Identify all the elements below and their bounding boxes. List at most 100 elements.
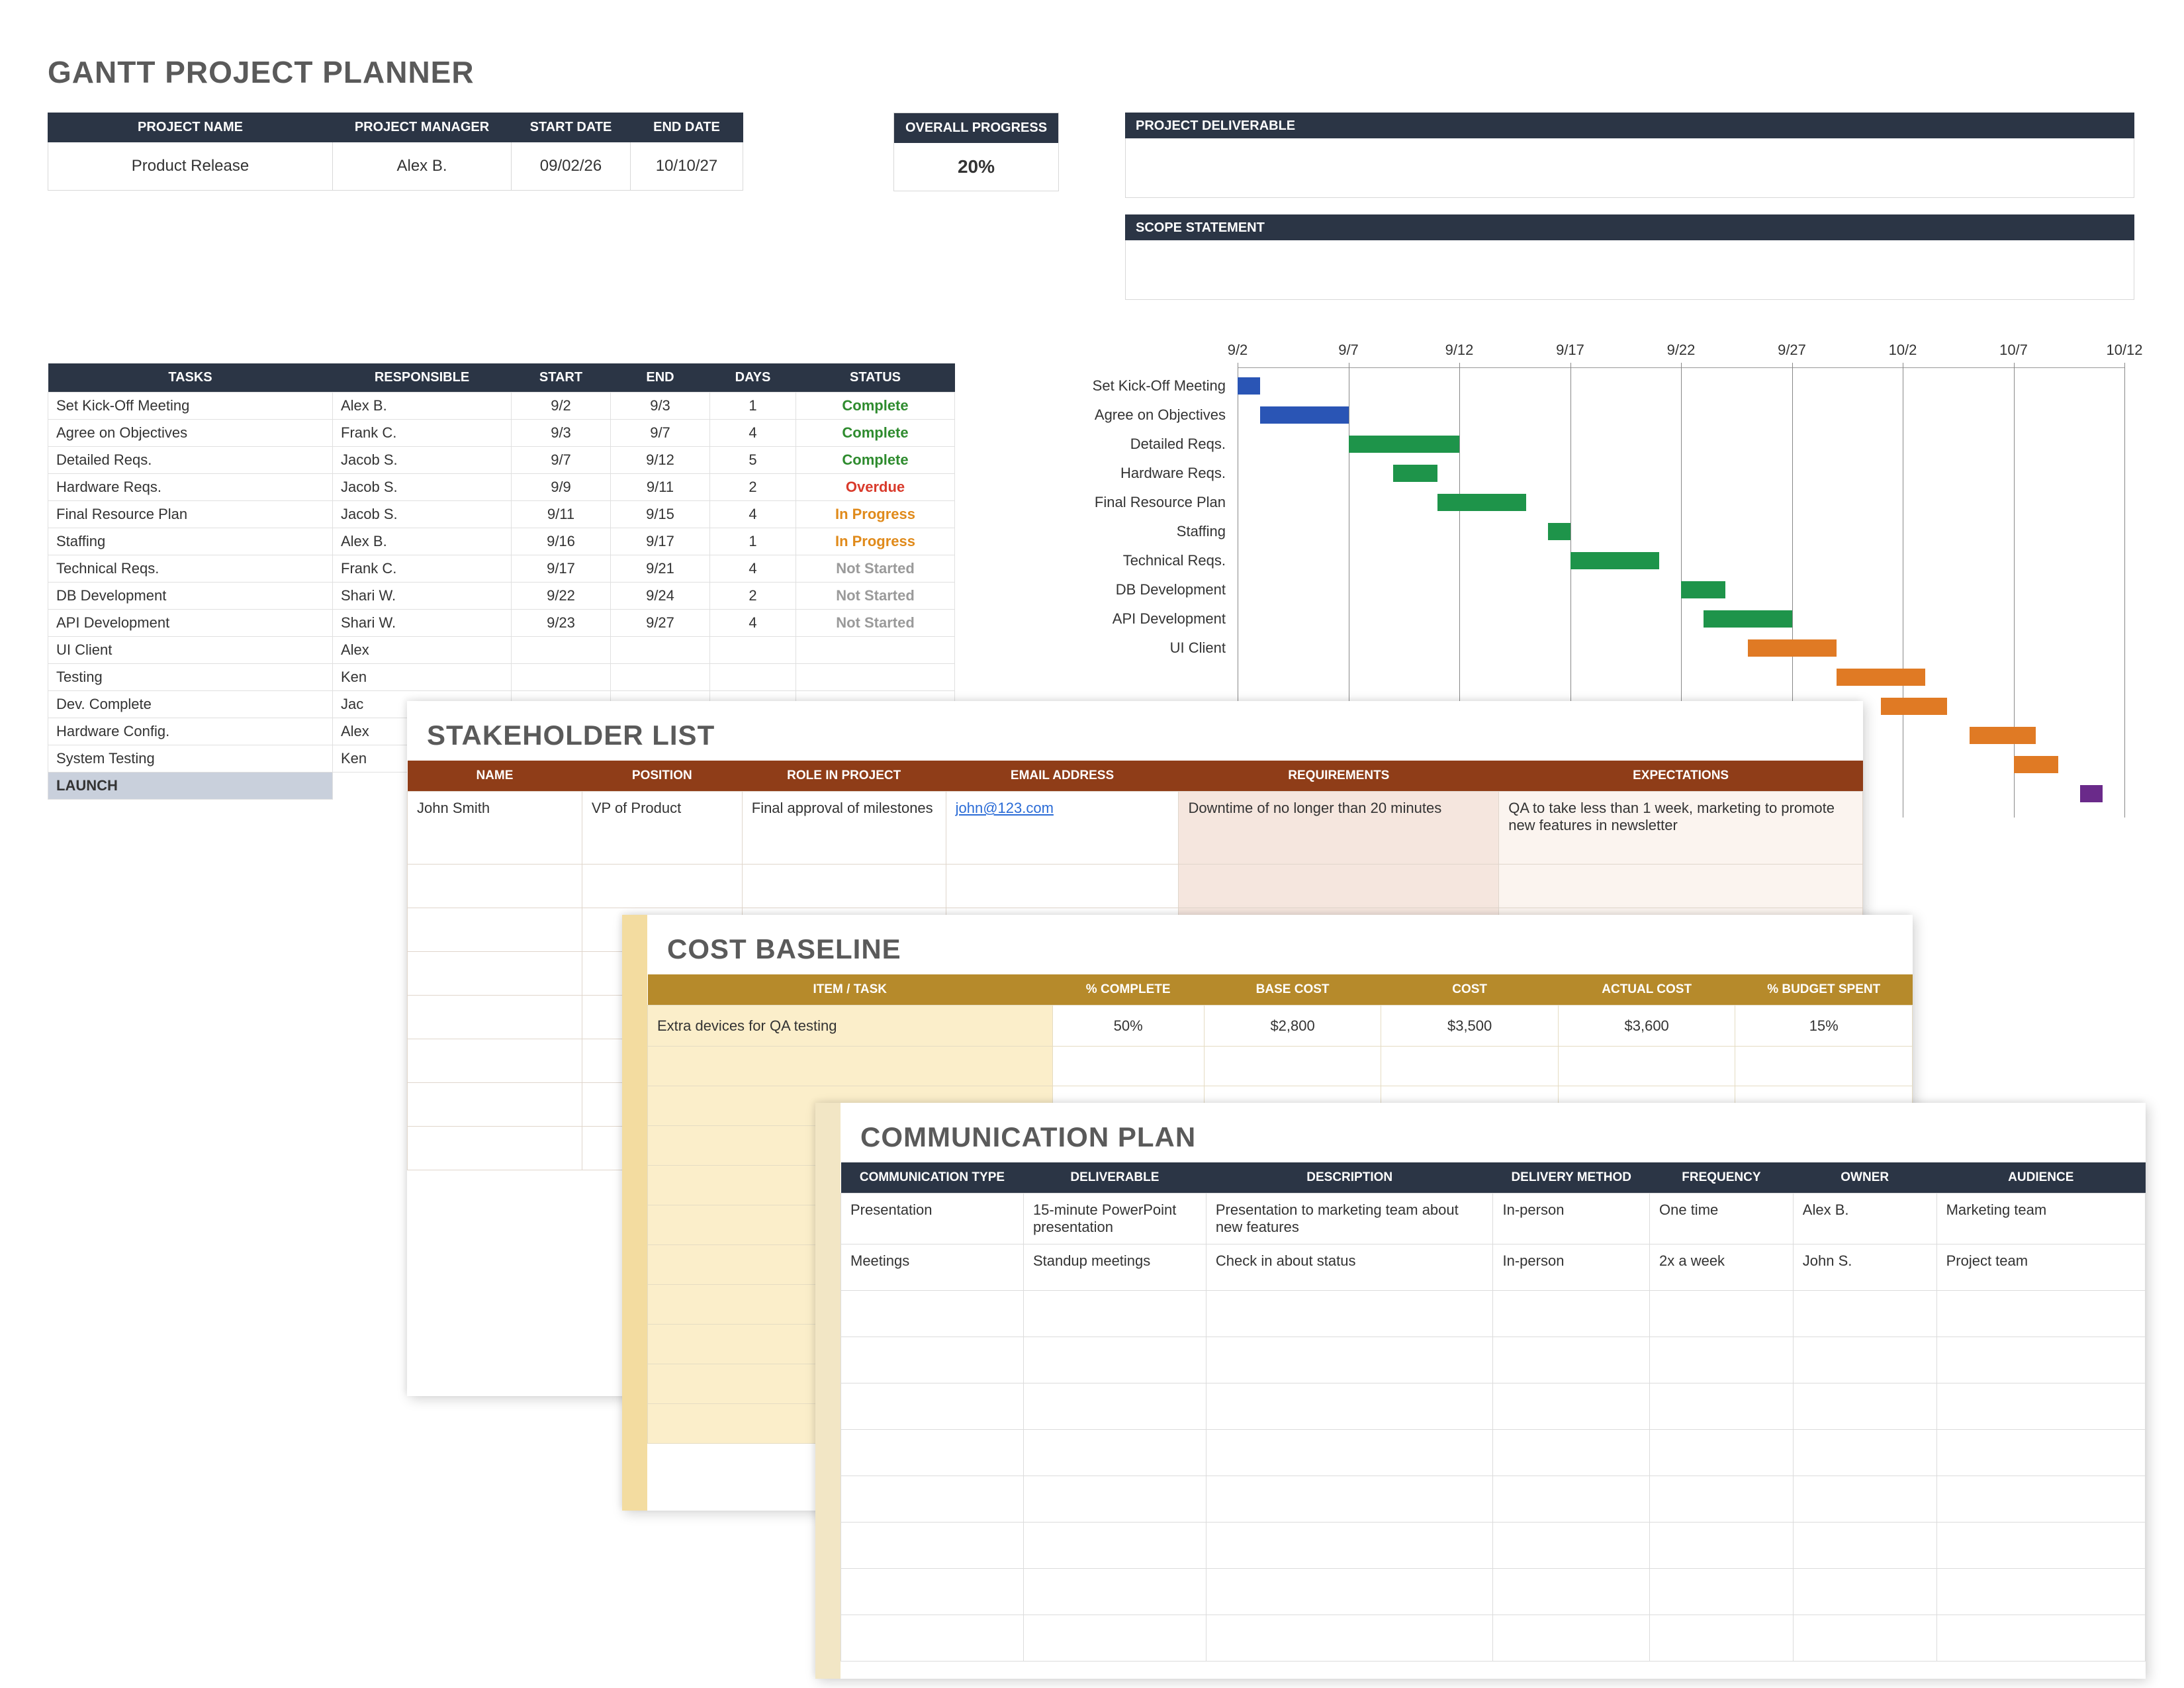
task-cell[interactable]: Complete: [796, 447, 955, 474]
comm-row[interactable]: [841, 1523, 2146, 1569]
comm-cell[interactable]: [841, 1430, 1024, 1476]
task-cell[interactable]: 9/11: [512, 501, 611, 528]
cost-cell[interactable]: 50%: [1052, 1006, 1204, 1047]
cost-row[interactable]: Extra devices for QA testing50%$2,800$3,…: [648, 1006, 1913, 1047]
comm-cell[interactable]: [1206, 1430, 1493, 1476]
project-manager-cell[interactable]: Alex B.: [333, 142, 512, 191]
comm-cell[interactable]: Standup meetings: [1023, 1244, 1206, 1291]
comm-row[interactable]: [841, 1337, 2146, 1383]
comm-cell[interactable]: [1793, 1383, 1936, 1430]
stakeholder-cell[interactable]: VP of Product: [582, 792, 742, 865]
task-cell[interactable]: Shari W.: [333, 583, 512, 610]
stakeholder-cell[interactable]: [408, 865, 582, 908]
task-cell[interactable]: [710, 637, 796, 664]
stakeholder-cell[interactable]: [946, 865, 1179, 908]
task-cell[interactable]: Frank C.: [333, 420, 512, 447]
comm-row[interactable]: [841, 1291, 2146, 1337]
comm-cell[interactable]: [1650, 1615, 1794, 1662]
comm-cell[interactable]: John S.: [1793, 1244, 1936, 1291]
comm-cell[interactable]: Project team: [1936, 1244, 2145, 1291]
task-cell[interactable]: 1: [710, 393, 796, 420]
comm-cell[interactable]: [1650, 1430, 1794, 1476]
task-cell[interactable]: Complete: [796, 420, 955, 447]
task-cell[interactable]: Not Started: [796, 610, 955, 637]
comm-cell[interactable]: [1650, 1291, 1794, 1337]
task-cell[interactable]: 9/7: [512, 447, 611, 474]
stakeholder-cell[interactable]: [408, 1127, 582, 1170]
comm-cell[interactable]: [1023, 1523, 1206, 1569]
task-cell[interactable]: 9/22: [512, 583, 611, 610]
comm-cell[interactable]: Presentation: [841, 1194, 1024, 1244]
comm-cell[interactable]: [1206, 1523, 1493, 1569]
stakeholder-row[interactable]: John SmithVP of ProductFinal approval of…: [408, 792, 1863, 865]
task-cell[interactable]: 9/24: [611, 583, 710, 610]
gantt-bar[interactable]: [1681, 581, 1725, 598]
task-cell[interactable]: System Testing: [48, 745, 333, 773]
task-row[interactable]: Hardware Reqs.Jacob S.9/99/112Overdue: [48, 474, 955, 501]
cost-row[interactable]: [648, 1047, 1913, 1086]
stakeholder-cell[interactable]: Downtime of no longer than 20 minutes: [1179, 792, 1499, 865]
task-cell[interactable]: 9/3: [611, 393, 710, 420]
task-cell[interactable]: Alex B.: [333, 528, 512, 555]
comm-cell[interactable]: [1936, 1615, 2145, 1662]
comm-cell[interactable]: [1023, 1337, 1206, 1383]
task-cell[interactable]: UI Client: [48, 637, 333, 664]
task-cell[interactable]: Not Started: [796, 583, 955, 610]
task-cell[interactable]: [611, 637, 710, 664]
task-cell[interactable]: 2: [710, 474, 796, 501]
task-cell[interactable]: 9/3: [512, 420, 611, 447]
task-cell[interactable]: Technical Reqs.: [48, 555, 333, 583]
gantt-bar[interactable]: [1837, 669, 1925, 686]
comm-cell[interactable]: [841, 1337, 1024, 1383]
comm-cell[interactable]: [1793, 1476, 1936, 1523]
stakeholder-cell[interactable]: [408, 908, 582, 952]
comm-cell[interactable]: [841, 1615, 1024, 1662]
gantt-bar[interactable]: [1970, 727, 2036, 744]
cost-cell[interactable]: [1204, 1047, 1381, 1086]
comm-cell[interactable]: [1023, 1569, 1206, 1615]
comm-cell[interactable]: [841, 1291, 1024, 1337]
comm-cell[interactable]: [1493, 1291, 1650, 1337]
comm-cell[interactable]: [1793, 1523, 1936, 1569]
comm-cell[interactable]: [1493, 1523, 1650, 1569]
deliverable-body[interactable]: [1125, 138, 2134, 198]
stakeholder-cell[interactable]: Final approval of milestones: [742, 792, 946, 865]
task-cell[interactable]: Staffing: [48, 528, 333, 555]
comm-cell[interactable]: In-person: [1493, 1244, 1650, 1291]
comm-row[interactable]: [841, 1476, 2146, 1523]
stakeholder-email-link[interactable]: john@123.com: [956, 800, 1054, 816]
task-cell[interactable]: 4: [710, 555, 796, 583]
task-cell[interactable]: 9/11: [611, 474, 710, 501]
stakeholder-cell[interactable]: [408, 1039, 582, 1083]
launch-cell[interactable]: LAUNCH: [48, 773, 333, 800]
comm-cell[interactable]: [1206, 1291, 1493, 1337]
task-cell[interactable]: [512, 637, 611, 664]
cost-cell[interactable]: 15%: [1735, 1006, 1913, 1047]
comm-cell[interactable]: One time: [1650, 1194, 1794, 1244]
comm-cell[interactable]: [1793, 1430, 1936, 1476]
comm-cell[interactable]: [1650, 1337, 1794, 1383]
comm-cell[interactable]: 15-minute PowerPoint presentation: [1023, 1194, 1206, 1244]
task-cell[interactable]: 4: [710, 610, 796, 637]
task-cell[interactable]: 4: [710, 501, 796, 528]
cost-cell[interactable]: [1052, 1047, 1204, 1086]
cost-cell[interactable]: $2,800: [1204, 1006, 1381, 1047]
comm-row[interactable]: [841, 1383, 2146, 1430]
task-cell[interactable]: Dev. Complete: [48, 691, 333, 718]
task-cell[interactable]: 1: [710, 528, 796, 555]
task-row[interactable]: Set Kick-Off MeetingAlex B.9/29/31Comple…: [48, 393, 955, 420]
comm-cell[interactable]: [1493, 1337, 1650, 1383]
task-cell[interactable]: 9/2: [512, 393, 611, 420]
task-cell[interactable]: [710, 664, 796, 691]
task-row[interactable]: UI ClientAlex: [48, 637, 955, 664]
task-row[interactable]: TestingKen: [48, 664, 955, 691]
stakeholder-cell[interactable]: John Smith: [408, 792, 582, 865]
start-date-cell[interactable]: 09/02/26: [512, 142, 631, 191]
task-row[interactable]: Agree on ObjectivesFrank C.9/39/74Comple…: [48, 420, 955, 447]
task-cell[interactable]: Final Resource Plan: [48, 501, 333, 528]
comm-cell[interactable]: [841, 1523, 1024, 1569]
task-cell[interactable]: 9/21: [611, 555, 710, 583]
gantt-bar[interactable]: [1704, 610, 1792, 628]
comm-cell[interactable]: [1023, 1615, 1206, 1662]
stakeholder-cell[interactable]: [1179, 865, 1499, 908]
